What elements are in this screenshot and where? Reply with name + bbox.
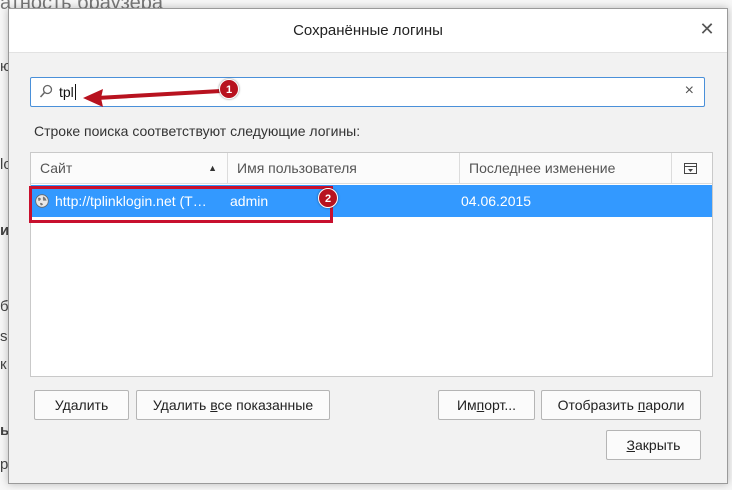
search-value: tpl [59, 84, 76, 100]
search-results-hint: Строке поиска соответствуют следующие ло… [34, 123, 361, 139]
column-header-label: Имя пользователя [237, 160, 357, 176]
saved-logins-dialog: Сохранённые логины ✕ tpl × Строке поиска… [8, 8, 728, 484]
delete-button[interactable]: Удалить [34, 390, 129, 420]
sort-ascending-icon: ▲ [208, 163, 217, 173]
close-icon[interactable]: ✕ [697, 19, 717, 39]
column-header-site[interactable]: Сайт ▲ [31, 153, 227, 184]
dialog-titlebar: Сохранённые логины ✕ [9, 9, 727, 53]
annotation-badge: 1 [219, 79, 239, 99]
annotation-highlight-box [29, 186, 333, 223]
background-fragment: к [0, 356, 7, 373]
column-picker-icon[interactable] [671, 153, 712, 184]
annotation-arrow [83, 89, 222, 107]
dialog-title: Сохранённые логины [293, 22, 443, 39]
background-fragment: s [0, 328, 8, 345]
import-button[interactable]: Импорт... [438, 390, 535, 420]
column-header-username[interactable]: Имя пользователя [227, 153, 459, 184]
text-caret [74, 84, 76, 100]
column-header-label: Последнее изменение [469, 160, 616, 176]
close-button[interactable]: Закрыть [606, 430, 701, 460]
show-passwords-button[interactable]: Отобразить пароли [541, 390, 701, 420]
cell-last-changed: 04.06.2015 [461, 193, 532, 209]
table-header: Сайт ▲ Имя пользователя Последнее измене… [31, 153, 712, 184]
search-icon [39, 84, 53, 98]
annotation-badge: 2 [318, 188, 338, 208]
delete-all-shown-button[interactable]: Удалить все показанные [136, 390, 330, 420]
column-header-last-changed[interactable]: Последнее изменение [459, 153, 671, 184]
clear-icon[interactable]: × [685, 82, 694, 100]
column-header-label: Сайт [40, 160, 73, 176]
